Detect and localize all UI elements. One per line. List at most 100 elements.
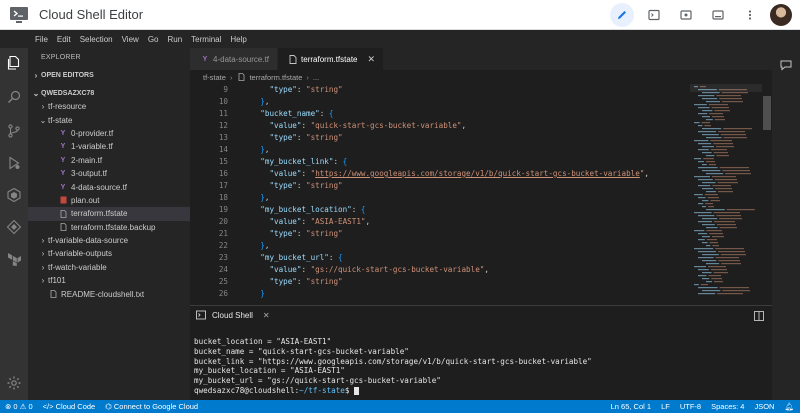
open-editor-button[interactable] bbox=[610, 2, 634, 27]
open-editors-label: OPEN EDITORS bbox=[41, 71, 94, 79]
project-section[interactable]: ⌄ QWEDSAZXC78 bbox=[28, 86, 190, 100]
line-text: "my_bucket_link": { bbox=[260, 157, 348, 166]
tab-4-data-source[interactable]: Y 4-data-source.tf bbox=[190, 48, 279, 70]
split-terminal-icon[interactable] bbox=[754, 311, 764, 323]
language-mode[interactable]: JSON bbox=[754, 402, 774, 411]
menu-selection[interactable]: Selection bbox=[80, 35, 113, 44]
tree-file[interactable]: terraform.tfstate.backup bbox=[28, 221, 190, 234]
line-number: 19 bbox=[218, 205, 228, 214]
terraform-activity-button[interactable] bbox=[5, 250, 23, 268]
tree-item-label: plan.out bbox=[71, 195, 100, 205]
search-activity-button[interactable] bbox=[5, 88, 23, 106]
tree-file[interactable]: README-cloudshell.txt bbox=[28, 287, 190, 300]
line-number: 18 bbox=[218, 193, 228, 202]
tree-item-label: 2-main.tf bbox=[71, 155, 103, 165]
gemini-assist-button[interactable] bbox=[779, 58, 793, 77]
terraform-file-icon: Y bbox=[60, 183, 66, 191]
open-terminal-button[interactable] bbox=[642, 3, 666, 27]
breadcrumb-more[interactable]: ... bbox=[313, 73, 319, 82]
line-number: 23 bbox=[218, 253, 228, 262]
tree-folder[interactable]: › tf-variable-data-source bbox=[28, 234, 190, 247]
source-control-icon bbox=[8, 124, 20, 138]
apis-activity-button[interactable] bbox=[5, 218, 23, 236]
line-text: }, bbox=[260, 145, 270, 154]
line-text: "my_bucket_location": { bbox=[260, 205, 366, 214]
menu-view[interactable]: View bbox=[122, 35, 139, 44]
close-terminal-icon[interactable]: ✕ bbox=[263, 311, 270, 320]
terraform-file-icon: Y bbox=[60, 129, 66, 137]
cloud-code-icon: </> bbox=[42, 402, 54, 411]
terminal-prompt[interactable]: qwedsazxc78@cloudshell:~/tf-state$ bbox=[194, 386, 772, 396]
encoding[interactable]: UTF-8 bbox=[680, 402, 701, 411]
tree-item-label: tf-variable-outputs bbox=[48, 249, 113, 259]
tree-file[interactable]: Y 1-variable.tf bbox=[28, 140, 190, 153]
terminal-title[interactable]: Cloud Shell bbox=[212, 311, 253, 320]
chevron-right-icon: › bbox=[41, 249, 45, 259]
tree-folder[interactable]: › tf-watch-variable bbox=[28, 261, 190, 274]
menu-edit[interactable]: Edit bbox=[57, 35, 71, 44]
more-options-button[interactable] bbox=[738, 3, 762, 27]
line-number: 21 bbox=[218, 229, 228, 238]
tree-folder[interactable]: › tf-variable-outputs bbox=[28, 247, 190, 260]
open-editors-section[interactable]: › OPEN EDITORS bbox=[28, 68, 190, 82]
cloud-shell-logo-icon bbox=[8, 5, 30, 25]
terraform-file-icon: Y bbox=[60, 156, 66, 164]
code-editor[interactable]: 9 "type": "string" 10 }, 11 "bucket_name":… bbox=[190, 84, 690, 300]
close-tab-icon[interactable]: ✕ bbox=[368, 54, 376, 65]
tree-folder[interactable]: ⌄ tf-state bbox=[28, 113, 190, 126]
tree-file[interactable]: Y 3-output.tf bbox=[28, 167, 190, 180]
tree-file[interactable]: Y 0-provider.tf bbox=[28, 127, 190, 140]
terminal-line: bucket_name = "quick-start-gcs-bucket-va… bbox=[194, 346, 409, 356]
menu-run[interactable]: Run bbox=[167, 35, 182, 44]
run-debug-activity-button[interactable] bbox=[5, 154, 23, 172]
line-text: "type": "string" bbox=[269, 85, 343, 94]
connect-google-cloud[interactable]: ⌬ Connect to Google Cloud bbox=[105, 402, 198, 411]
line-number: 10 bbox=[218, 97, 228, 106]
menu-terminal[interactable]: Terminal bbox=[191, 35, 221, 44]
terminal-output[interactable]: bucket_location = "ASIA-EAST1" bucket_na… bbox=[190, 325, 772, 400]
connect-label: Connect to Google Cloud bbox=[113, 402, 199, 411]
web-preview-button[interactable] bbox=[674, 3, 698, 27]
tree-file[interactable]: Y 4-data-source.tf bbox=[28, 180, 190, 193]
tree-folder[interactable]: › tf101 bbox=[28, 274, 190, 287]
explorer-activity-button[interactable] bbox=[5, 54, 23, 72]
tree-file[interactable]: Y 2-main.tf bbox=[28, 154, 190, 167]
error-count: 0 bbox=[13, 402, 18, 411]
indentation[interactable]: Spaces: 4 bbox=[711, 402, 744, 411]
chevron-right-icon: › bbox=[229, 72, 233, 82]
warning-count: 0 bbox=[28, 402, 33, 411]
menu-go[interactable]: Go bbox=[148, 35, 159, 44]
source-control-activity-button[interactable] bbox=[5, 122, 23, 140]
code-line: 23 "my_bucket_url": { bbox=[190, 252, 690, 264]
line-number: 12 bbox=[218, 121, 228, 130]
tree-folder[interactable]: › tf-resource bbox=[28, 100, 190, 113]
explorer-sidebar: EXPLORER › OPEN EDITORS ⌄ QWEDSAZXC78 › t… bbox=[28, 48, 190, 400]
cloud-code-status[interactable]: </> Cloud Code bbox=[43, 402, 96, 411]
cursor-position[interactable]: Ln 65, Col 1 bbox=[611, 402, 651, 411]
breadcrumb-folder[interactable]: tf-state bbox=[203, 73, 226, 82]
cloud-code-icon bbox=[7, 187, 21, 203]
binary-file-icon bbox=[58, 196, 68, 204]
settings-activity-button[interactable] bbox=[5, 374, 23, 392]
minimap[interactable] bbox=[690, 84, 762, 300]
status-bar: ⊗ 0 ⚠ 0 </> Cloud Code ⌬ Connect to Goog… bbox=[0, 400, 800, 413]
menu-file[interactable]: File bbox=[35, 35, 48, 44]
file-tree: › tf-resource ⌄ tf-state Y 0-provider.tf Y 1-va… bbox=[28, 100, 190, 301]
end-of-line[interactable]: LF bbox=[661, 402, 670, 411]
breadcrumb-file[interactable]: terraform.tfstate bbox=[249, 73, 302, 82]
problems-indicator[interactable]: ⊗ 0 ⚠ 0 bbox=[5, 402, 33, 411]
scrollbar-thumb[interactable] bbox=[763, 96, 771, 130]
gear-icon bbox=[7, 376, 21, 390]
cloud-code-activity-button[interactable] bbox=[5, 186, 23, 204]
line-text: "type": "string" bbox=[269, 229, 343, 238]
line-text: "bucket_name": { bbox=[260, 109, 334, 118]
toggle-panel-button[interactable] bbox=[706, 3, 730, 27]
editor-scrollbar[interactable] bbox=[762, 84, 772, 300]
menu-help[interactable]: Help bbox=[230, 35, 246, 44]
tab-terraform-tfstate[interactable]: terraform.tfstate ✕ bbox=[278, 48, 385, 70]
user-avatar[interactable] bbox=[770, 3, 792, 26]
tree-file[interactable]: terraform.tfstate bbox=[28, 207, 190, 221]
notifications-bell-icon[interactable]: 🔔︎ bbox=[784, 402, 794, 411]
tree-file[interactable]: plan.out bbox=[28, 194, 190, 207]
activity-bar bbox=[0, 48, 28, 400]
